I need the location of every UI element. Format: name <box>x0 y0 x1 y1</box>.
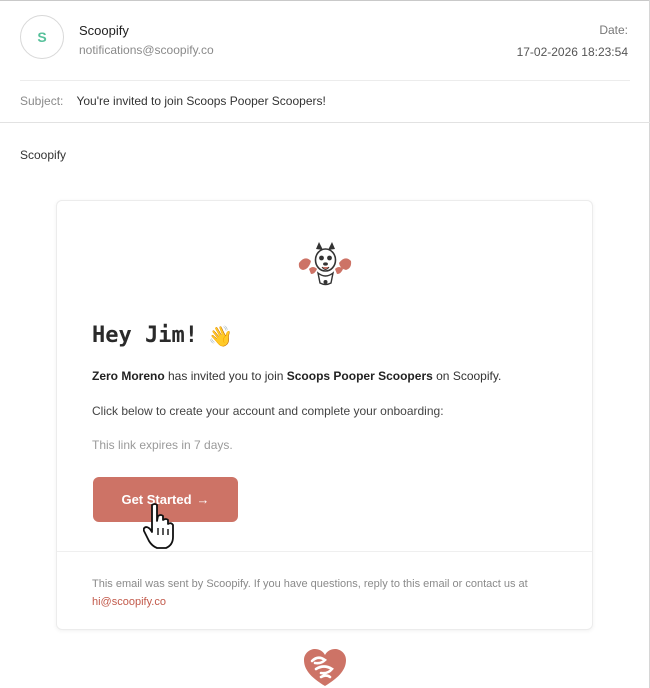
date-label: Date: <box>599 23 628 37</box>
waving-hand-icon: 👋 <box>207 323 233 348</box>
email-card: Hey Jim! 👋 Zero Moreno has invited you t… <box>56 200 593 630</box>
expiry-notice: This link expires in 7 days. <box>92 438 233 452</box>
scoopify-heart-logo <box>304 649 346 686</box>
scoops-dog-logo <box>298 242 352 286</box>
greeting-heading: Hey Jim! 👋 <box>92 323 233 348</box>
header-divider <box>20 80 630 81</box>
footer-text: This email was sent by Scoopify. If you … <box>92 578 528 590</box>
support-email-link[interactable]: hi@scoopify.co <box>92 596 166 608</box>
sender-avatar: S <box>20 15 64 59</box>
subject-text: You're invited to join Scoops Pooper Sco… <box>76 94 326 108</box>
card-footer-divider <box>57 551 592 552</box>
sender-name: Scoopify <box>79 23 129 38</box>
inviter-name: Zero Moreno <box>92 369 165 383</box>
email-footer: This email was sent by Scoopify. If you … <box>92 575 567 611</box>
hand-pointer-cursor-icon <box>143 503 174 549</box>
email-header: S Scoopify notifications@scoopify.co Dat… <box>0 0 650 80</box>
company-name: Scoops Pooper Scoopers <box>286 369 433 383</box>
invite-middle-text: has invited you to join <box>164 369 287 383</box>
instruction-text: Click below to create your account and c… <box>92 404 444 418</box>
invite-end-text: on Scoopify. <box>432 369 502 383</box>
invite-message: Zero Moreno has invited you to join Scoo… <box>92 369 501 383</box>
sender-email: notifications@scoopify.co <box>79 43 214 57</box>
greeting-text: Hey Jim! <box>92 323 198 348</box>
preheader-text: Scoopify <box>20 148 67 162</box>
subject-row: Subject: You're invited to join Scoops P… <box>20 94 326 108</box>
subject-divider <box>0 122 650 123</box>
subject-label: Subject: <box>20 94 64 108</box>
arrow-right-icon: → <box>196 492 210 507</box>
date-value: 17-02-2026 18:23:54 <box>516 45 628 59</box>
avatar-initial: S <box>37 29 47 45</box>
